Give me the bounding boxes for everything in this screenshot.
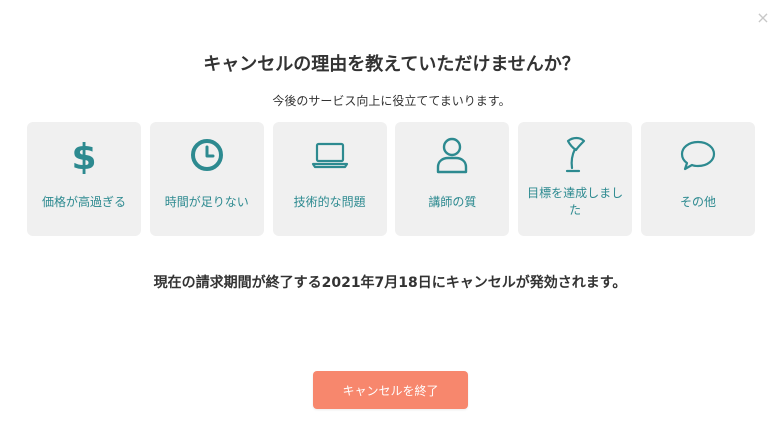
- reason-option-label: 講師の質: [428, 194, 477, 209]
- reason-option-label: その他: [679, 194, 716, 209]
- reason-option-goal[interactable]: 目標を達成しました: [518, 122, 633, 236]
- reason-option-time[interactable]: 時間が足りない: [149, 122, 264, 236]
- speech-bubble-icon: [679, 136, 717, 174]
- confirm-cancel-button[interactable]: キャンセルを終了: [313, 371, 468, 409]
- reason-option-teacher[interactable]: 講師の質: [395, 122, 510, 236]
- reason-option-other[interactable]: その他: [640, 122, 755, 236]
- close-button[interactable]: ×: [755, 10, 771, 26]
- close-icon: ×: [756, 8, 770, 27]
- clock-icon: [190, 136, 224, 174]
- laptop-icon: [311, 136, 349, 174]
- dollar-icon: $: [71, 136, 97, 174]
- reason-option-label: 時間が足りない: [164, 194, 249, 209]
- reason-options: $ 価格が高過ぎる 時間が足りない 技術的な問題 講師の質 目標を達成しました …: [27, 122, 755, 236]
- modal-title: キャンセルの理由を教えていただけませんか？: [203, 54, 580, 75]
- svg-text:$: $: [71, 137, 96, 174]
- reason-option-price[interactable]: $ 価格が高過ぎる: [27, 122, 141, 236]
- reason-option-label: 価格が高過ぎる: [41, 194, 126, 209]
- reason-option-label: 目標を達成しました: [527, 186, 624, 217]
- modal-subtitle: 今後のサービス向上に役立ててまいります。: [272, 94, 511, 108]
- cancel-reason-modal: × キャンセルの理由を教えていただけませんか？ 今後のサービス向上に役立ててまい…: [0, 0, 783, 433]
- cancellation-notice: 現在の請求期間が終了する2021年7月18日にキャンセルが発効されます。: [153, 275, 627, 291]
- reason-option-label: 技術的な問題: [293, 194, 366, 209]
- reason-option-technical[interactable]: 技術的な問題: [272, 122, 387, 236]
- user-icon: [435, 136, 469, 174]
- flag-icon: [558, 136, 592, 174]
